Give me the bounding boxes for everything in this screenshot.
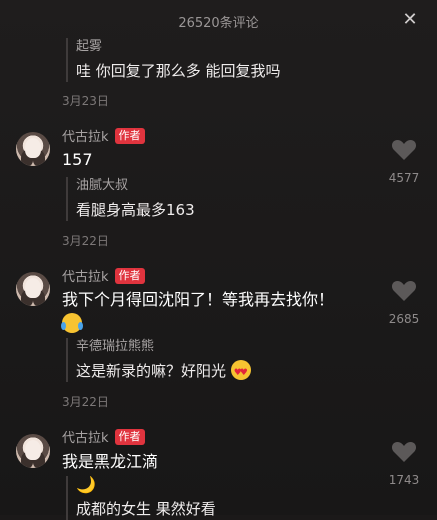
comment-author-line: 代古拉k 作者 [62,126,145,145]
comments-panel: 26520条评论 ✕ 起雾 哇 你回复了那么多 能回复我吗 3月23日 代古拉k… [0,0,437,520]
reply-quote[interactable]: 油腻大叔 看腿身高最多163 [66,177,195,221]
reply-author-name[interactable]: 起雾 [76,38,281,56]
comment-text-content: 我下个月得回沈阳了！等我再去找你！ [62,290,335,309]
comment-text[interactable]: 157 [62,148,93,172]
close-icon[interactable]: ✕ [399,9,421,31]
like-button[interactable]: 1743 [381,440,427,487]
reply-author-name[interactable]: 油腻大叔 [76,177,195,195]
reply-text: 这是新录的嘛？好阳光 [76,360,251,384]
reply-text-content: 这是新录的嘛？好阳光 [76,362,227,380]
comment-author-name[interactable]: 代古拉k [62,266,109,285]
avatar[interactable] [16,434,50,468]
comment-author-line: 代古拉k 作者 [62,427,145,446]
reply-quote[interactable]: 辛德瑞拉熊熊 这是新录的嘛？好阳光 [66,338,251,384]
reply-quote[interactable]: 🌙 成都的女生 果然好看 [66,476,216,520]
reply-text: 成都的女生 果然好看 [76,500,216,518]
tears-of-joy-emoji-icon [61,313,83,333]
like-button[interactable]: 4577 [381,138,427,185]
like-count: 4577 [388,171,420,185]
author-badge: 作者 [114,428,145,445]
comment-text[interactable]: 我下个月得回沈阳了！等我再去找你！ [61,288,335,336]
crescent-moon-icon: 🌙 [76,475,96,494]
heart-icon[interactable] [391,138,417,161]
comment-date: 3月22日 [62,395,109,409]
avatar[interactable] [16,132,50,166]
comment-author-name[interactable]: 代古拉k [62,126,109,145]
comment-author-name[interactable]: 代古拉k [62,427,109,446]
heart-icon[interactable] [391,440,417,463]
author-badge: 作者 [114,267,145,284]
comments-header: 26520条评论 ✕ [0,0,437,40]
reply-quote[interactable]: 起雾 哇 你回复了那么多 能回复我吗 [66,38,281,82]
like-button[interactable]: 2685 [381,279,427,326]
heart-eyes-emoji-icon [230,360,251,384]
comment-text[interactable]: 我是黑龙江滴 [62,450,158,474]
like-count: 2685 [388,312,420,326]
comment-count-title: 26520条评论 [178,16,259,31]
comment-author-line: 代古拉k 作者 [62,266,145,285]
like-count: 1743 [388,473,420,487]
author-badge: 作者 [114,127,145,144]
comment-date: 3月22日 [62,234,109,248]
reply-text: 哇 你回复了那么多 能回复我吗 [76,62,281,80]
heart-icon[interactable] [391,279,417,302]
avatar[interactable] [16,272,50,306]
reply-text: 看腿身高最多163 [76,201,195,219]
comment-date: 3月23日 [62,94,109,108]
reply-author-name[interactable]: 辛德瑞拉熊熊 [76,338,251,356]
